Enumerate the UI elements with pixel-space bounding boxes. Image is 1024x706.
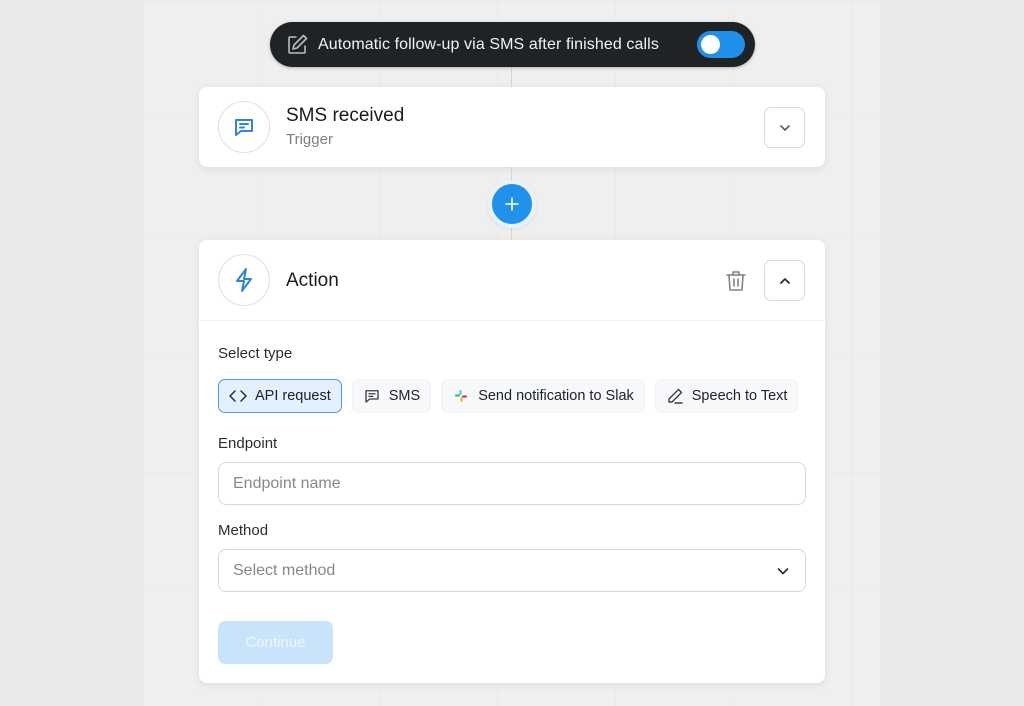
type-option-label: API request xyxy=(255,388,331,404)
message-icon xyxy=(235,119,253,136)
pen-icon xyxy=(666,387,684,405)
trigger-card: SMS received Trigger xyxy=(199,87,825,167)
endpoint-label: Endpoint xyxy=(218,435,278,452)
endpoint-placeholder: Endpoint name xyxy=(233,474,341,492)
collapse-action-button[interactable] xyxy=(764,260,805,301)
add-step-button[interactable] xyxy=(488,180,536,228)
method-placeholder: Select method xyxy=(233,561,336,579)
method-label: Method xyxy=(218,522,269,539)
type-option-speech-to-text[interactable]: Speech to Text xyxy=(654,379,799,413)
type-option-label: Speech to Text xyxy=(691,388,788,404)
delete-action-button[interactable] xyxy=(723,268,749,294)
continue-button[interactable]: Continue xyxy=(218,621,333,664)
slack-icon xyxy=(452,387,470,405)
action-type-selector: API request SMS Send notification to Sla… xyxy=(218,379,799,413)
type-option-label: Send notification to Slak xyxy=(478,388,634,404)
trigger-title: SMS received xyxy=(286,105,405,126)
toggle-knob xyxy=(701,35,720,54)
divider xyxy=(199,320,825,321)
code-icon xyxy=(229,387,247,405)
action-card: Action Select type API request SMS Send … xyxy=(199,240,825,683)
type-option-sms[interactable]: SMS xyxy=(351,379,432,413)
method-select[interactable]: Select method xyxy=(218,549,806,592)
lightning-icon xyxy=(236,268,252,292)
action-icon-badge xyxy=(218,254,270,306)
trigger-icon-badge xyxy=(218,101,270,153)
connector-line xyxy=(511,66,512,88)
type-option-label: SMS xyxy=(388,388,421,404)
automation-header: Automatic follow-up via SMS after finish… xyxy=(270,22,755,67)
chevron-down-icon xyxy=(775,563,791,579)
chevron-down-icon xyxy=(779,124,790,131)
automation-title[interactable]: Automatic follow-up via SMS after finish… xyxy=(318,36,659,54)
trigger-subtitle: Trigger xyxy=(286,131,333,148)
endpoint-input[interactable]: Endpoint name xyxy=(218,462,806,505)
type-option-slack[interactable]: Send notification to Slak xyxy=(441,379,645,413)
expand-trigger-button[interactable] xyxy=(764,107,805,148)
chevron-up-icon xyxy=(779,277,790,284)
type-option-api-request[interactable]: API request xyxy=(218,379,342,413)
trash-icon xyxy=(726,271,746,291)
plus-icon xyxy=(505,197,519,211)
edit-icon[interactable] xyxy=(285,33,309,57)
automation-toggle[interactable] xyxy=(697,31,745,58)
message-icon xyxy=(363,387,381,405)
select-type-label: Select type xyxy=(218,345,293,362)
action-title: Action xyxy=(286,270,339,291)
